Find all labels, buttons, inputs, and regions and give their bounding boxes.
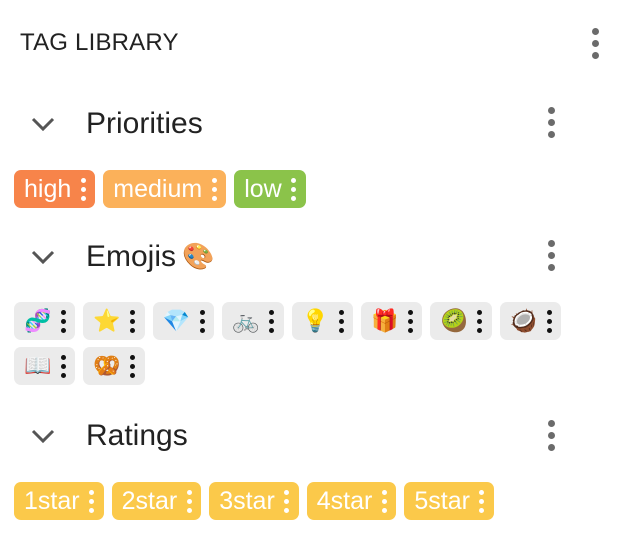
chevron-down-icon[interactable] [26,107,60,141]
chevron-down-icon[interactable] [26,240,60,274]
chevron-down-icon[interactable] [26,419,60,453]
tag-more-icon[interactable] [183,486,195,516]
tag-more-icon[interactable] [266,306,278,336]
tag-more-icon[interactable] [288,174,300,204]
tag-chip[interactable]: ⭐ [83,302,145,340]
tag-chip[interactable]: 🥥 [499,302,562,340]
group-header-priorities: Priorities [26,102,560,146]
tag-chip[interactable]: 🥝 [430,302,492,340]
tag-row-emojis: 🧬 ⭐ 💎 🚲 💡 🎁 🥝 🥥 📖 🥨 [14,302,616,385]
tag-chip[interactable]: 4star [306,482,397,520]
group-more-icon[interactable] [540,104,562,140]
tag-row-ratings: 1star 2star 3star 4star 5star [14,482,616,520]
tag-more-icon[interactable] [281,486,293,516]
group-name: Emojis [86,240,177,273]
group-name: Priorities [86,107,203,140]
tag-chip[interactable]: 🧬 [14,302,76,340]
page-title: TAG LIBRARY [20,29,179,56]
tag-chip[interactable]: 💡 [291,302,354,340]
tag-more-icon[interactable] [208,174,220,204]
tag-chip[interactable]: 2star [111,482,202,520]
tag-more-icon[interactable] [57,351,69,381]
tag-more-icon[interactable] [543,306,555,336]
tag-chip[interactable]: 5star [404,482,494,520]
group-more-icon[interactable] [540,237,562,273]
group-header-emojis: Emojis 🎨 [26,235,560,279]
tag-chip[interactable]: 📖 [14,347,76,385]
tag-chip[interactable]: 3star [209,482,299,520]
tag-more-icon[interactable] [378,486,390,516]
tag-more-icon[interactable] [196,306,208,336]
tag-more-icon[interactable] [57,306,69,336]
tag-row-priorities: high medium low [14,170,616,208]
tag-more-icon[interactable] [335,306,347,336]
tag-chip[interactable]: 1star [14,482,104,520]
tag-more-icon[interactable] [476,486,488,516]
tag-chip[interactable]: 🥨 [83,347,145,385]
group-header-ratings: Ratings [26,414,560,458]
tag-chip[interactable]: 🎁 [361,302,423,340]
tag-library-header: TAG LIBRARY [20,22,606,64]
tag-more-icon[interactable] [404,306,416,336]
group-name: Ratings [86,419,188,452]
tag-more-icon[interactable] [474,306,486,336]
library-more-icon[interactable] [584,25,606,61]
tag-chip[interactable]: medium [103,170,227,208]
tag-more-icon[interactable] [86,486,98,516]
tag-more-icon[interactable] [127,306,139,336]
tag-chip[interactable]: 💎 [152,302,215,340]
tag-chip[interactable]: 🚲 [222,302,284,340]
tag-more-icon[interactable] [127,351,139,381]
palette-icon: 🎨 [182,242,215,272]
tag-chip[interactable]: high [14,170,96,208]
group-more-icon[interactable] [540,417,562,453]
tag-chip[interactable]: low [234,170,306,208]
tag-more-icon[interactable] [77,174,89,204]
